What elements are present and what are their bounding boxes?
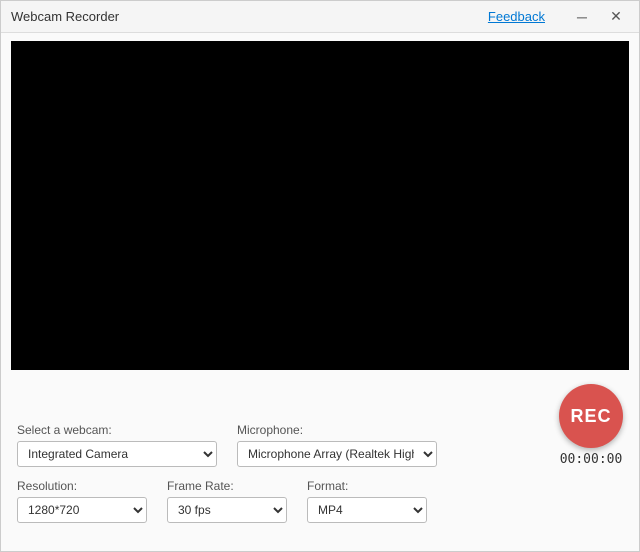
minimize-button[interactable]: ─ xyxy=(569,4,595,30)
bottom-controls-row: Resolution: 1280*720 Frame Rate: 30 fps … xyxy=(17,479,623,523)
format-label: Format: xyxy=(307,479,427,493)
minimize-icon: ─ xyxy=(577,9,587,25)
webcam-label: Select a webcam: xyxy=(17,423,217,437)
video-preview xyxy=(11,41,629,370)
framerate-select[interactable]: 30 fps xyxy=(167,497,287,523)
framerate-label: Frame Rate: xyxy=(167,479,287,493)
format-group: Format: MP4 xyxy=(307,479,427,523)
rec-button[interactable]: REC xyxy=(559,384,623,448)
microphone-label: Microphone: xyxy=(237,423,437,437)
webcam-group: Select a webcam: Integrated Camera xyxy=(17,423,217,467)
rec-timer: 00:00:00 xyxy=(560,452,623,467)
resolution-select[interactable]: 1280*720 xyxy=(17,497,147,523)
framerate-group: Frame Rate: 30 fps xyxy=(167,479,287,523)
resolution-group: Resolution: 1280*720 xyxy=(17,479,147,523)
title-bar-controls: Feedback ─ ✕ xyxy=(488,4,629,30)
close-icon: ✕ xyxy=(610,8,622,25)
controls-area: Select a webcam: Integrated Camera Micro… xyxy=(1,374,639,551)
resolution-label: Resolution: xyxy=(17,479,147,493)
feedback-link[interactable]: Feedback xyxy=(488,9,545,24)
app-window: Webcam Recorder Feedback ─ ✕ Select a we… xyxy=(0,0,640,552)
close-button[interactable]: ✕ xyxy=(603,4,629,30)
format-select[interactable]: MP4 xyxy=(307,497,427,523)
title-bar: Webcam Recorder Feedback ─ ✕ xyxy=(1,1,639,33)
microphone-select[interactable]: Microphone Array (Realtek High Def xyxy=(237,441,437,467)
microphone-group: Microphone: Microphone Array (Realtek Hi… xyxy=(237,423,437,467)
window-title: Webcam Recorder xyxy=(11,9,488,24)
top-controls-row: Select a webcam: Integrated Camera Micro… xyxy=(17,384,623,467)
rec-label: REC xyxy=(570,406,611,427)
webcam-select[interactable]: Integrated Camera xyxy=(17,441,217,467)
rec-section: REC 00:00:00 xyxy=(559,384,623,467)
